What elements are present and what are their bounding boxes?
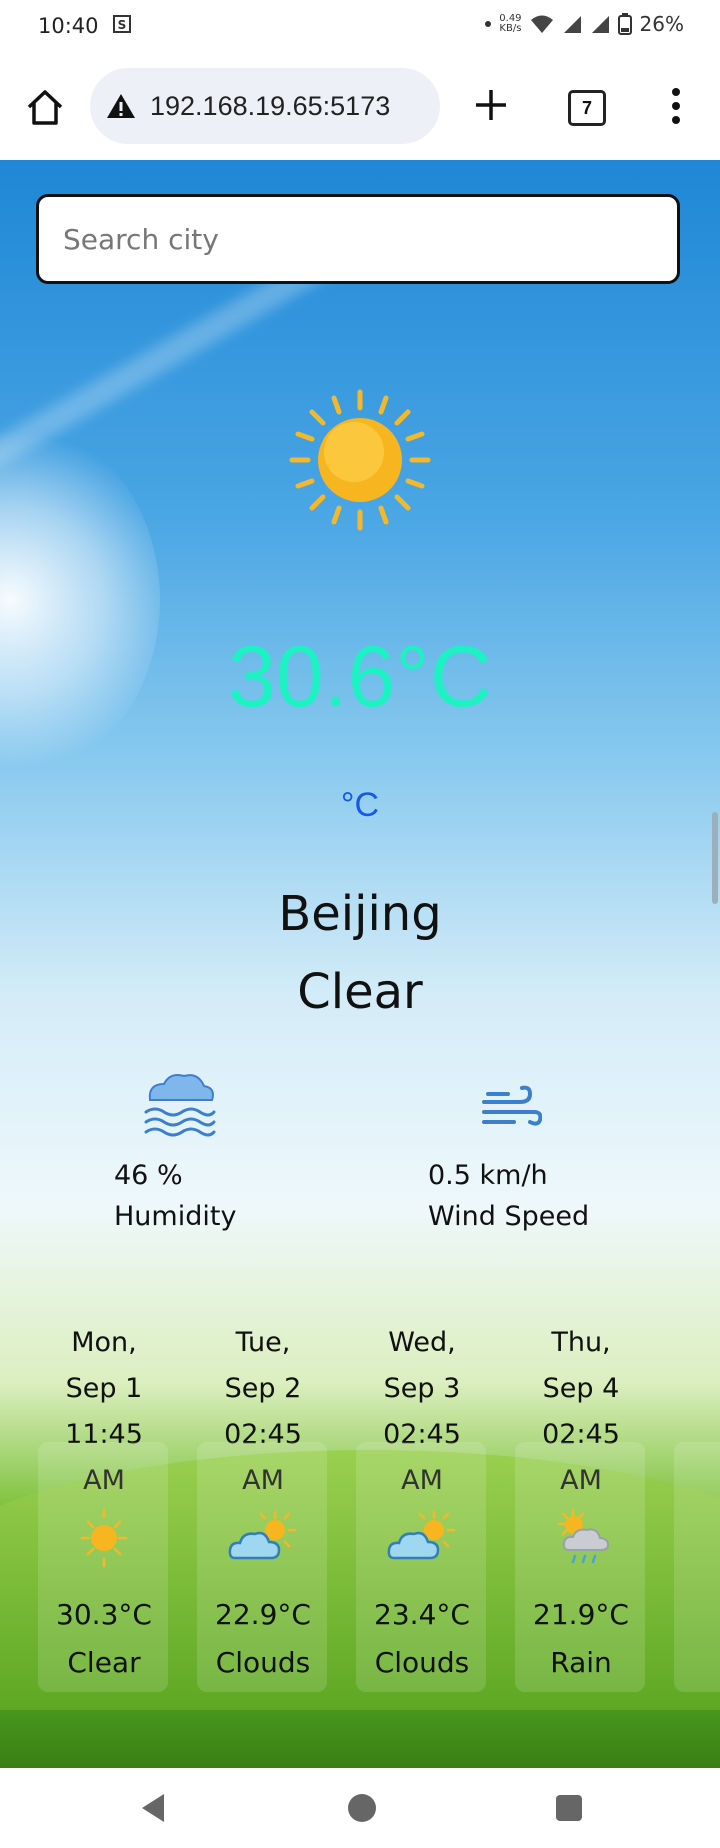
current-temperature: 30.6°C: [228, 629, 492, 725]
address-bar[interactable]: 192.168.19.65:5173: [90, 68, 440, 144]
forecast-condition: Rain: [550, 1646, 612, 1679]
wifi-icon: [530, 15, 553, 33]
signal-icon: [563, 16, 581, 33]
forecast-temp: 30.3°C: [56, 1598, 152, 1631]
forecast-item: Wed, Sep 3 02:45 AM 23.4°C Clouds: [356, 1320, 488, 1692]
city-name: Beijing: [278, 886, 442, 942]
network-speed: 0.49 KB/s: [499, 13, 522, 34]
svg-text:S: S: [118, 18, 127, 32]
current-condition: Clear: [297, 964, 423, 1020]
plus-icon[interactable]: [470, 84, 512, 126]
sun-rain-icon: [557, 1508, 610, 1564]
home-icon[interactable]: [24, 86, 66, 128]
forecast-item: Tue, Sep 2 02:45 AM 22.9°C Clouds: [197, 1320, 329, 1692]
battery-percent: 26%: [639, 12, 684, 36]
forecast-list: Mon, Sep 1 11:45 AM 30.3°C Clear Tue, Se…: [0, 1320, 720, 1692]
humidity-icon: [144, 1074, 216, 1137]
unit-toggle[interactable]: °C: [0, 786, 720, 825]
menu-icon[interactable]: [666, 84, 686, 128]
forecast-item: Thu, Sep 4 02:45 AM 21.9°C Rain: [515, 1320, 647, 1692]
partly-cloudy-icon: [228, 1510, 297, 1560]
forecast-temp: 21.9°C: [533, 1598, 629, 1631]
sun-icon: [80, 1508, 128, 1568]
forecast-item: Mon, Sep 1 11:45 AM 30.3°C Clear: [38, 1320, 170, 1692]
partly-cloudy-icon: [387, 1510, 456, 1560]
browser-toolbar: 192.168.19.65:5173 7: [0, 56, 720, 160]
warning-icon[interactable]: [106, 93, 136, 119]
status-bar: 10:40 S 0.49 KB/s 26%: [0, 0, 720, 56]
search-input[interactable]: [36, 194, 680, 284]
forecast-temp: 22.9°C: [215, 1598, 311, 1631]
recents-icon[interactable]: [556, 1795, 582, 1821]
humidity-value: 46 %: [114, 1160, 183, 1191]
weather-app: 30.6°C °C Beijing Clear 46 % Humidity 0.…: [0, 160, 720, 1768]
wind-label: Wind Speed: [428, 1201, 590, 1232]
screenshot-icon: S: [113, 15, 131, 33]
status-time: 10:40: [38, 14, 99, 38]
home-nav-icon[interactable]: [348, 1794, 376, 1822]
battery-icon: [617, 13, 632, 35]
forecast-condition: Clouds: [215, 1646, 311, 1679]
back-icon[interactable]: [138, 1792, 168, 1824]
humidity-label: Humidity: [114, 1201, 237, 1232]
system-nav-bar: [0, 1768, 720, 1848]
humidity-stat: 46 % Humidity: [114, 1066, 236, 1232]
notification-dot: [485, 21, 492, 27]
wind-stat: 0.5 km/h Wind Speed: [428, 1066, 589, 1232]
wind-icon: [482, 1085, 543, 1126]
signal-icon-2: [591, 16, 609, 33]
wind-value: 0.5 km/h: [428, 1160, 548, 1191]
forecast-condition: Clear: [67, 1646, 141, 1679]
url-text[interactable]: 192.168.19.65:5173: [150, 91, 390, 122]
sun-icon: [289, 389, 431, 531]
forecast-card-overflow: [674, 1442, 720, 1692]
forecast-temp: 23.4°C: [374, 1598, 470, 1631]
tabs-button[interactable]: 7: [568, 90, 606, 126]
forecast-condition: Clouds: [374, 1646, 470, 1679]
